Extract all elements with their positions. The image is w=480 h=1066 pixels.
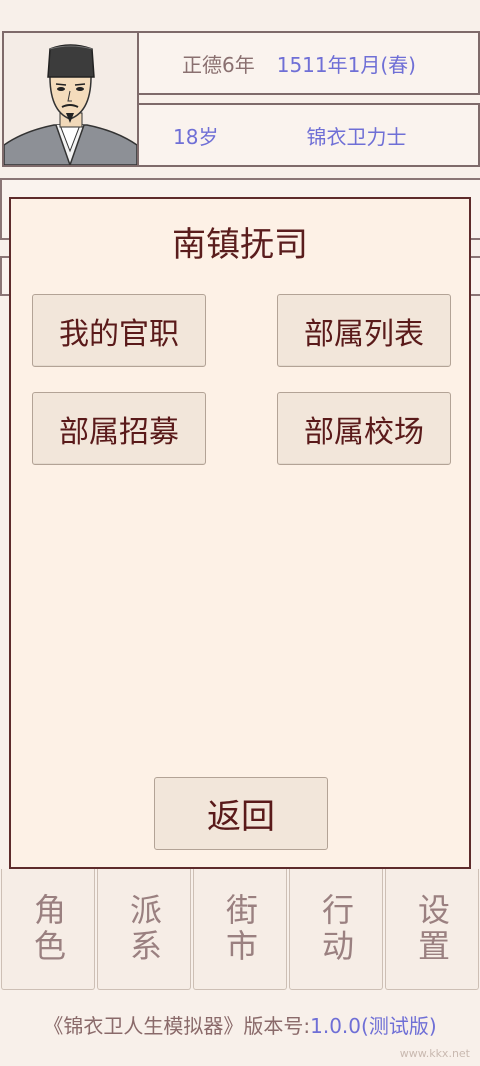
nav-faction[interactable]: 派系 xyxy=(97,869,191,990)
version-number: 1.0.0(测试版) xyxy=(310,1014,437,1038)
rank-text: 锦衣卫力士 xyxy=(306,124,407,149)
subordinate-drill-button[interactable]: 部属校场 xyxy=(277,392,451,465)
date-text: 1511年1月(春) xyxy=(276,52,416,77)
nav-action[interactable]: 行动 xyxy=(289,869,383,990)
dialog-title: 南镇抚司 xyxy=(172,225,308,265)
official-portrait-icon xyxy=(4,44,137,165)
nav-label: 派系 xyxy=(125,893,163,965)
subordinate-list-button[interactable]: 部属列表 xyxy=(277,294,451,367)
back-button[interactable]: 返回 xyxy=(154,777,328,850)
era-text: 正德6年 xyxy=(182,52,255,77)
nanzhenfusi-dialog: 南镇抚司 我的官职 部属列表 部属招募 部属校场 返回 xyxy=(9,197,471,869)
subordinate-recruit-button[interactable]: 部属招募 xyxy=(32,392,206,465)
age-text: 18岁 xyxy=(173,124,219,149)
date-row: 正德6年 1511年1月(春) xyxy=(139,31,480,95)
watermark: www.kkx.net xyxy=(399,1047,470,1060)
nav-label: 行动 xyxy=(317,893,355,965)
character-portrait xyxy=(2,31,139,167)
nav-market[interactable]: 街市 xyxy=(193,869,287,990)
status-row: 18岁 锦衣卫力士 xyxy=(139,103,480,167)
nav-settings[interactable]: 设置 xyxy=(385,869,479,990)
version-label: 版本号: xyxy=(243,1014,311,1038)
game-name: 《锦衣卫人生模拟器》 xyxy=(43,1014,244,1038)
my-office-button[interactable]: 我的官职 xyxy=(32,294,206,367)
bottom-nav: 角色 派系 街市 行动 设置 xyxy=(0,869,480,990)
nav-label: 角色 xyxy=(29,893,67,965)
nav-label: 设置 xyxy=(413,893,451,965)
nav-character[interactable]: 角色 xyxy=(1,869,95,990)
version-footer: 《锦衣卫人生模拟器》版本号:1.0.0(测试版) xyxy=(0,1010,480,1039)
nav-label: 街市 xyxy=(221,893,259,965)
